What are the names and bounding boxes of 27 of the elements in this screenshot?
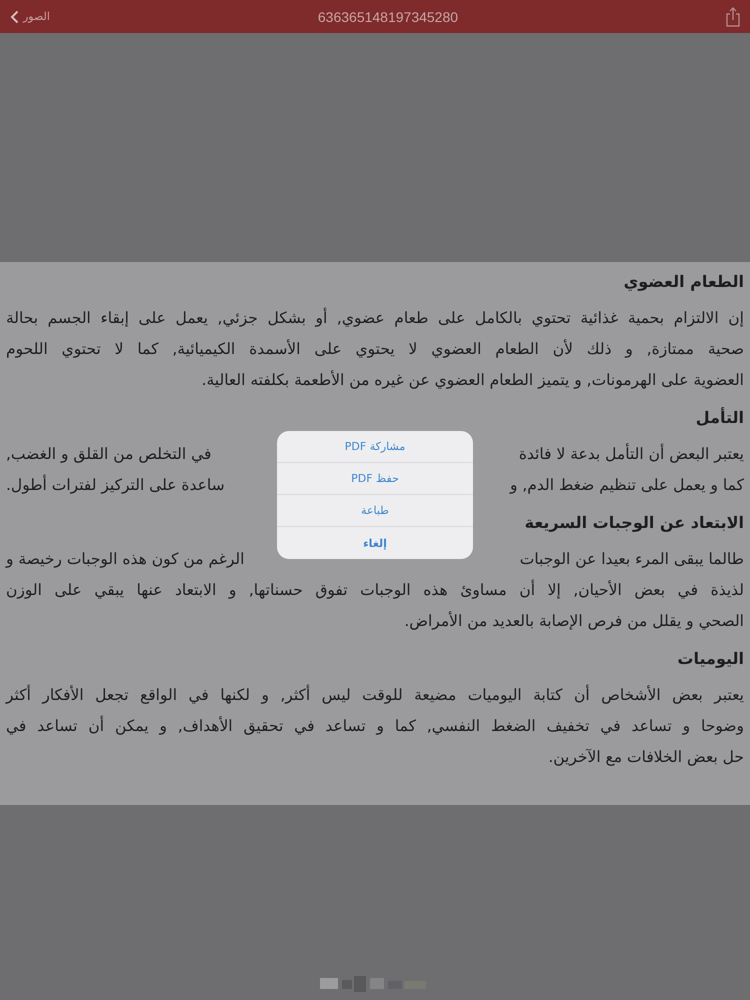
text-line: حل بعض الخلافات مع الآخرين. [547,747,744,768]
text-line: صحية ممتازة, و ذلك لأن الطعام العضوي لا يحتوي على الأسمدة الكيميائية, كما لا تحتوي اللحوم [6,338,744,360]
text-line: كما و يعمل على تنظيم ضغط الدم, و [510,475,744,496]
text-line: وضوحا و تساعد في تخفيف الضغط النفسي, كما و تساعد في تحقيق الأهداف, و يمكن أن تساعد في [6,714,744,737]
chevron-left-icon [10,10,19,24]
section-heading: الابتعاد عن الوجبات السريعة [524,513,744,532]
text-line: لذيذة في بعض الأحيان, إلا أن مساوئ هذه الوجبات تفوق حسناتها, و الابتعاد عنها يبقي على الوزن [6,578,744,601]
text-line: العضوية على الهرمونات, و يتميز الطعام العضوي عن غيره من الأطعمة بكلفته العالية. [200,369,744,391]
document-title: 636365148197345280 [318,8,458,24]
text-line: يعتبر البعض أن التأمل بدعة لا فائدة [518,442,744,465]
menu-item[interactable]: مشاركة PDF [277,431,473,463]
share-icon [726,6,740,26]
menu-item[interactable]: طباعة [277,495,473,527]
text-line: الرغم من كون هذه الوجبات رخيصة و [6,549,244,570]
text-line: في التخلص من القلق و الغضب, [6,444,212,465]
text-line: الصحي و يقلل من فرص الإصابة بالعديد من الأمراض. [403,610,744,632]
back-button[interactable]: الصور [10,10,50,24]
text-line: ساعدة على التركيز لفترات أطول. [6,474,225,496]
text-line: طالما يبقى المرء بعيدا عن الوجبات [520,549,744,570]
menu-item[interactable]: حفظ PDF [277,463,473,495]
section-heading: الطعام العضوي [622,272,744,291]
section-heading: اليوميات [676,649,744,668]
text-line: إن الالتزام بحمية غذائية تحتوي بالكامل على طعام عضوي, أو بشكل جزئي, يعمل على إبقاء الجسم بحالة [6,306,744,329]
text-line: يعتبر بعض الأشخاص أن كتابة اليوميات مضيعة للوقت ليس أكثر, و لكنها في الواقع تجعل الأفكار أكثر [6,684,744,706]
share-button[interactable] [726,6,740,26]
menu-item[interactable]: إلغاء [277,527,473,559]
section-heading: التأمل [694,408,744,427]
